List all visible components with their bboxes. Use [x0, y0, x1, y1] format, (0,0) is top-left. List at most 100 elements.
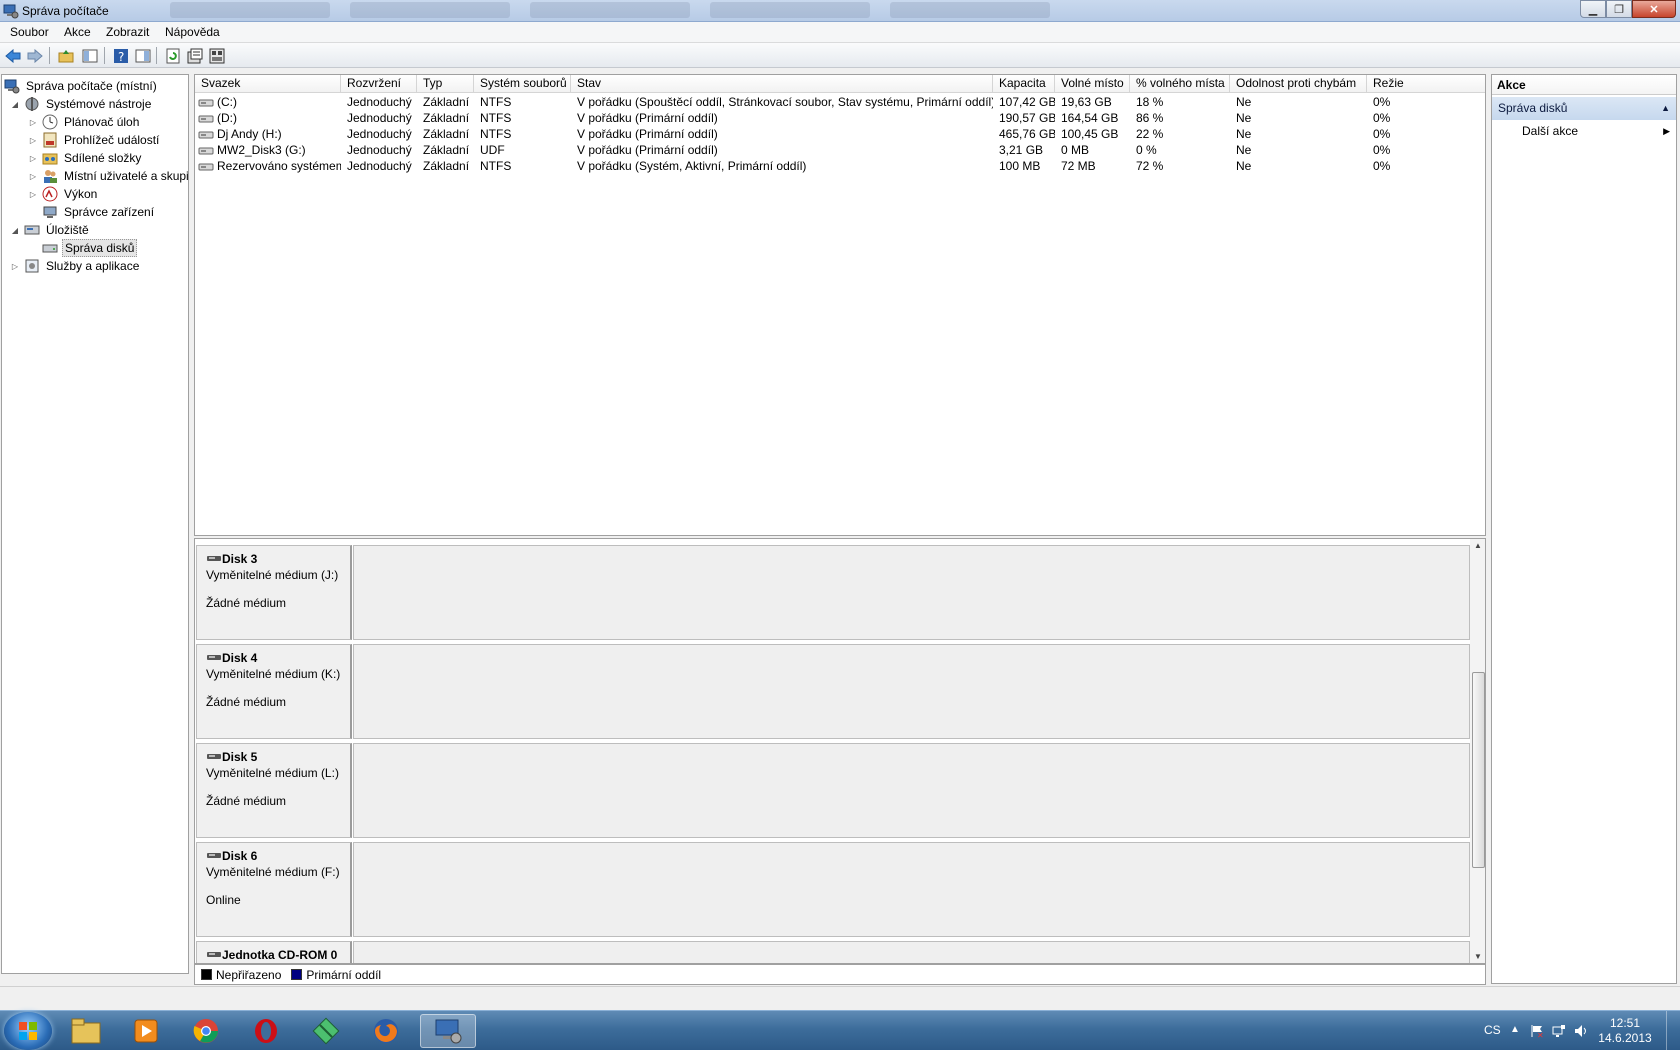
- disk-settings-icon[interactable]: [207, 46, 226, 65]
- show-hide-action-pane-icon[interactable]: [133, 46, 152, 65]
- cell-capacity: 190,57 GB: [999, 111, 1055, 125]
- expand-arrow-icon[interactable]: ▷: [28, 190, 38, 199]
- tree-item-local-users[interactable]: ▷ Místní uživatelé a skupiny: [28, 167, 188, 185]
- taskbar-media-player-button[interactable]: [118, 1014, 174, 1048]
- tree-item-event-viewer[interactable]: ▷ Prohlížeč událostí: [28, 131, 161, 149]
- disk-label[interactable]: Disk 4 Vyměnitelné médium (K:) Žádné médiu…: [196, 644, 352, 739]
- tree-item-task-scheduler[interactable]: ▷ Plánovač úloh: [28, 113, 141, 131]
- network-icon[interactable]: [1552, 1024, 1566, 1038]
- tree-item-disk-management[interactable]: Správa disků: [42, 239, 138, 257]
- volume-row[interactable]: MW2_Disk3 (G:) Jednoduchý Základní UDF V poř…: [195, 142, 1485, 159]
- column-header-volume[interactable]: Svazek: [195, 75, 341, 93]
- disk-partition-area[interactable]: [353, 545, 1470, 640]
- tree-item-shared-folders[interactable]: ▷ Sdílené složky: [28, 149, 143, 167]
- services-icon: [24, 258, 40, 274]
- disk-state: Žádné médium: [206, 794, 287, 808]
- tree-item-device-manager[interactable]: Správce zařízení: [42, 203, 156, 221]
- column-header-file-system[interactable]: Systém souborů: [474, 75, 571, 93]
- title-bar: Správa počítače ▁ ❐ ✕: [0, 0, 1680, 22]
- menu-help[interactable]: Nápověda: [165, 25, 220, 39]
- forward-icon[interactable]: [25, 46, 44, 65]
- scroll-up-icon[interactable]: ▲: [1474, 541, 1482, 550]
- network-app-icon: [312, 1017, 340, 1045]
- show-hide-tree-icon[interactable]: [80, 46, 99, 65]
- collapse-up-icon[interactable]: ▲: [1661, 97, 1670, 120]
- menu-file[interactable]: Soubor: [10, 25, 49, 39]
- more-actions-item[interactable]: Další akce ▶: [1492, 120, 1676, 142]
- close-button[interactable]: ✕: [1632, 0, 1676, 18]
- expand-arrow-icon[interactable]: ▷: [28, 118, 38, 127]
- scroll-down-icon[interactable]: ▼: [1474, 952, 1482, 961]
- column-header-free-space[interactable]: Volné místo: [1055, 75, 1130, 93]
- expand-arrow-icon[interactable]: ▷: [28, 172, 38, 181]
- up-folder-icon[interactable]: [56, 46, 75, 65]
- menu-view[interactable]: Zobrazit: [106, 25, 149, 39]
- cell-status: V pořádku (Primární oddíl): [577, 111, 718, 125]
- expand-arrow-icon[interactable]: ▷: [28, 136, 38, 145]
- taskbar-opera-button[interactable]: [238, 1014, 294, 1048]
- disk-row[interactable]: Disk 3 Vyměnitelné médium (J:) Žádné médiu…: [196, 545, 1470, 642]
- volume-icon[interactable]: [1574, 1024, 1588, 1038]
- tree-item-computer-management[interactable]: Správa počítače (místní): [4, 77, 159, 95]
- taskbar-chrome-button[interactable]: [178, 1014, 234, 1048]
- disk-name: Disk 4: [206, 651, 341, 665]
- performance-icon: [42, 186, 58, 202]
- column-header-layout[interactable]: Rozvržení: [341, 75, 417, 93]
- disk-partition-area[interactable]: [353, 743, 1470, 838]
- taskbar-computer-management-button[interactable]: [420, 1014, 476, 1048]
- back-icon[interactable]: [3, 46, 22, 65]
- start-button[interactable]: [4, 1012, 52, 1050]
- menu-action[interactable]: Akce: [64, 25, 91, 39]
- volume-row[interactable]: (C:) Jednoduchý Základní NTFS V pořádku (Spo…: [195, 94, 1485, 111]
- computer-management-icon: [4, 78, 20, 94]
- disk-partition-area[interactable]: [353, 842, 1470, 937]
- column-header-percent-free[interactable]: % volného místa: [1130, 75, 1230, 93]
- show-desktop-button[interactable]: [1666, 1011, 1680, 1050]
- disk-row[interactable]: Disk 5 Vyměnitelné médium (L:) Žádné médiu…: [196, 743, 1470, 840]
- tree-item-storage[interactable]: ◢ Úložiště: [10, 221, 91, 239]
- disk-view-vertical-scrollbar[interactable]: ▲ ▼: [1470, 539, 1485, 963]
- actions-section-disk-management[interactable]: Správa disků ▲: [1492, 97, 1676, 120]
- scrollbar-thumb[interactable]: [1472, 672, 1485, 868]
- disk-partition-area[interactable]: [353, 644, 1470, 739]
- clock[interactable]: 12:51 14.6.2013: [1595, 1016, 1655, 1046]
- refresh-icon[interactable]: [163, 46, 182, 65]
- taskbar-explorer-button[interactable]: [58, 1014, 114, 1048]
- disk-label[interactable]: Disk 3 Vyměnitelné médium (J:) Žádné médiu…: [196, 545, 352, 640]
- column-header-status[interactable]: Stav: [571, 75, 993, 93]
- column-header-type[interactable]: Typ: [417, 75, 474, 93]
- action-center-flag-icon[interactable]: ✕: [1530, 1024, 1544, 1038]
- language-indicator[interactable]: CS: [1484, 1023, 1501, 1037]
- volume-row[interactable]: Dj Andy (H:) Jednoduchý Základní NTFS V pořá…: [195, 126, 1485, 143]
- cell-status: V pořádku (Primární oddíl): [577, 127, 718, 141]
- taskbar-firefox-button[interactable]: [358, 1014, 414, 1048]
- disk-label[interactable]: Disk 5 Vyměnitelné médium (L:) Žádné médiu…: [196, 743, 352, 838]
- disk-row[interactable]: Jednotka CD-ROM 0: [196, 941, 1470, 963]
- cell-volume: Rezervováno systémem: [195, 158, 341, 175]
- minimize-button[interactable]: ▁: [1580, 0, 1606, 18]
- disk-label[interactable]: Disk 6 Vyměnitelné médium (F:) Online: [196, 842, 352, 937]
- disk-partition-area[interactable]: [353, 941, 1470, 963]
- disk-row[interactable]: Disk 4 Vyměnitelné médium (K:) Žádné médiu…: [196, 644, 1470, 741]
- show-hidden-icons-icon[interactable]: ▲: [1510, 1024, 1524, 1038]
- expand-arrow-icon[interactable]: ▷: [10, 262, 20, 271]
- restore-button[interactable]: ❐: [1606, 0, 1632, 18]
- disk-label[interactable]: Jednotka CD-ROM 0: [196, 941, 352, 963]
- tree-item-performance[interactable]: ▷ Výkon: [28, 185, 99, 203]
- taskbar-network-app-button[interactable]: [298, 1014, 354, 1048]
- tree-item-services-apps[interactable]: ▷ Služby a aplikace: [10, 257, 141, 275]
- column-header-fault-tolerance[interactable]: Odolnost proti chybám: [1230, 75, 1367, 93]
- disk-row[interactable]: Disk 6 Vyměnitelné médium (F:) Online: [196, 842, 1470, 939]
- help-icon[interactable]: ?: [111, 46, 130, 65]
- volume-row[interactable]: Rezervováno systémem Jednoduchý Základní NT…: [195, 158, 1485, 175]
- expand-arrow-icon[interactable]: ▷: [28, 154, 38, 163]
- tree-item-system-tools[interactable]: ◢ Systémové nástroje: [10, 95, 153, 113]
- collapse-arrow-icon[interactable]: ◢: [10, 100, 20, 109]
- collapse-arrow-icon[interactable]: ◢: [10, 226, 20, 235]
- column-header-overhead[interactable]: Režie: [1367, 75, 1487, 93]
- volume-row[interactable]: (D:) Jednoduchý Základní NTFS V pořádku (Pri…: [195, 110, 1485, 127]
- column-header-capacity[interactable]: Kapacita: [993, 75, 1055, 93]
- properties-icon[interactable]: [185, 46, 204, 65]
- cell-status: V pořádku (Primární oddíl): [577, 143, 718, 157]
- cell-free-space: 100,45 GB: [1061, 127, 1119, 141]
